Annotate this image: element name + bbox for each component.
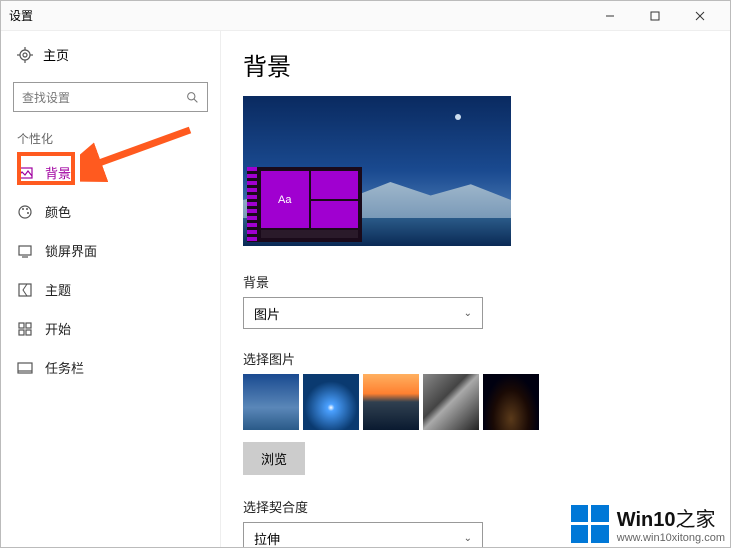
taskbar-icon bbox=[17, 360, 33, 376]
sidebar-item-label: 主题 bbox=[45, 280, 71, 299]
picture-thumbnails bbox=[243, 374, 708, 430]
select-value: 拉伸 bbox=[254, 529, 280, 548]
background-field-label: 背景 bbox=[243, 272, 708, 291]
watermark: Win10之家 www.win10xitong.com bbox=[571, 503, 725, 544]
picture-thumb[interactable] bbox=[423, 374, 479, 430]
sidebar-item-taskbar[interactable]: 任务栏 bbox=[1, 348, 220, 387]
titlebar: 设置 bbox=[1, 1, 730, 31]
search-placeholder: 查找设置 bbox=[22, 89, 70, 106]
browse-button[interactable]: 浏览 bbox=[243, 442, 305, 475]
theme-icon bbox=[17, 282, 33, 298]
windows-logo-icon bbox=[571, 505, 609, 543]
page-title: 背景 bbox=[243, 47, 708, 82]
fit-select[interactable]: 拉伸 ⌄ bbox=[243, 522, 483, 547]
sidebar-item-label: 颜色 bbox=[45, 202, 71, 221]
search-icon bbox=[186, 91, 199, 104]
picture-icon bbox=[17, 165, 33, 181]
sidebar-item-start[interactable]: 开始 bbox=[1, 309, 220, 348]
sidebar-item-label: 背景 bbox=[45, 163, 71, 182]
content-area: 背景 Aa 背景 图片 ⌄ bbox=[221, 31, 730, 547]
select-value: 图片 bbox=[254, 304, 280, 323]
watermark-suffix: 之家 bbox=[676, 509, 716, 531]
background-type-select[interactable]: 图片 ⌄ bbox=[243, 297, 483, 329]
search-input[interactable]: 查找设置 bbox=[13, 82, 208, 112]
picture-thumb[interactable] bbox=[363, 374, 419, 430]
sidebar: 主页 查找设置 个性化 背景 颜色 锁屏界面 主题 bbox=[1, 31, 221, 547]
start-icon bbox=[17, 321, 33, 337]
gear-icon bbox=[17, 47, 33, 63]
choose-picture-label: 选择图片 bbox=[243, 349, 708, 368]
sidebar-item-label: 任务栏 bbox=[45, 358, 84, 377]
maximize-button[interactable] bbox=[632, 2, 677, 30]
watermark-brand: Win10 bbox=[617, 509, 676, 531]
close-button[interactable] bbox=[677, 2, 722, 30]
minimize-button[interactable] bbox=[587, 2, 632, 30]
palette-icon bbox=[17, 204, 33, 220]
preview-tile-aa: Aa bbox=[261, 171, 309, 228]
chevron-down-icon: ⌄ bbox=[464, 308, 472, 319]
picture-thumb[interactable] bbox=[243, 374, 299, 430]
sidebar-item-colors[interactable]: 颜色 bbox=[1, 192, 220, 231]
watermark-url: www.win10xitong.com bbox=[617, 532, 725, 544]
sidebar-item-background[interactable]: 背景 bbox=[1, 153, 220, 192]
lockscreen-icon bbox=[17, 243, 33, 259]
window-title: 设置 bbox=[9, 7, 587, 24]
sidebar-item-label: 开始 bbox=[45, 319, 71, 338]
home-button[interactable]: 主页 bbox=[1, 35, 220, 74]
picture-thumb[interactable] bbox=[483, 374, 539, 430]
section-label: 个性化 bbox=[1, 126, 220, 153]
chevron-down-icon: ⌄ bbox=[464, 533, 472, 544]
sidebar-item-lockscreen[interactable]: 锁屏界面 bbox=[1, 231, 220, 270]
sidebar-item-themes[interactable]: 主题 bbox=[1, 270, 220, 309]
background-preview: Aa bbox=[243, 96, 511, 246]
home-label: 主页 bbox=[43, 45, 69, 64]
sidebar-item-label: 锁屏界面 bbox=[45, 241, 97, 260]
picture-thumb[interactable] bbox=[303, 374, 359, 430]
